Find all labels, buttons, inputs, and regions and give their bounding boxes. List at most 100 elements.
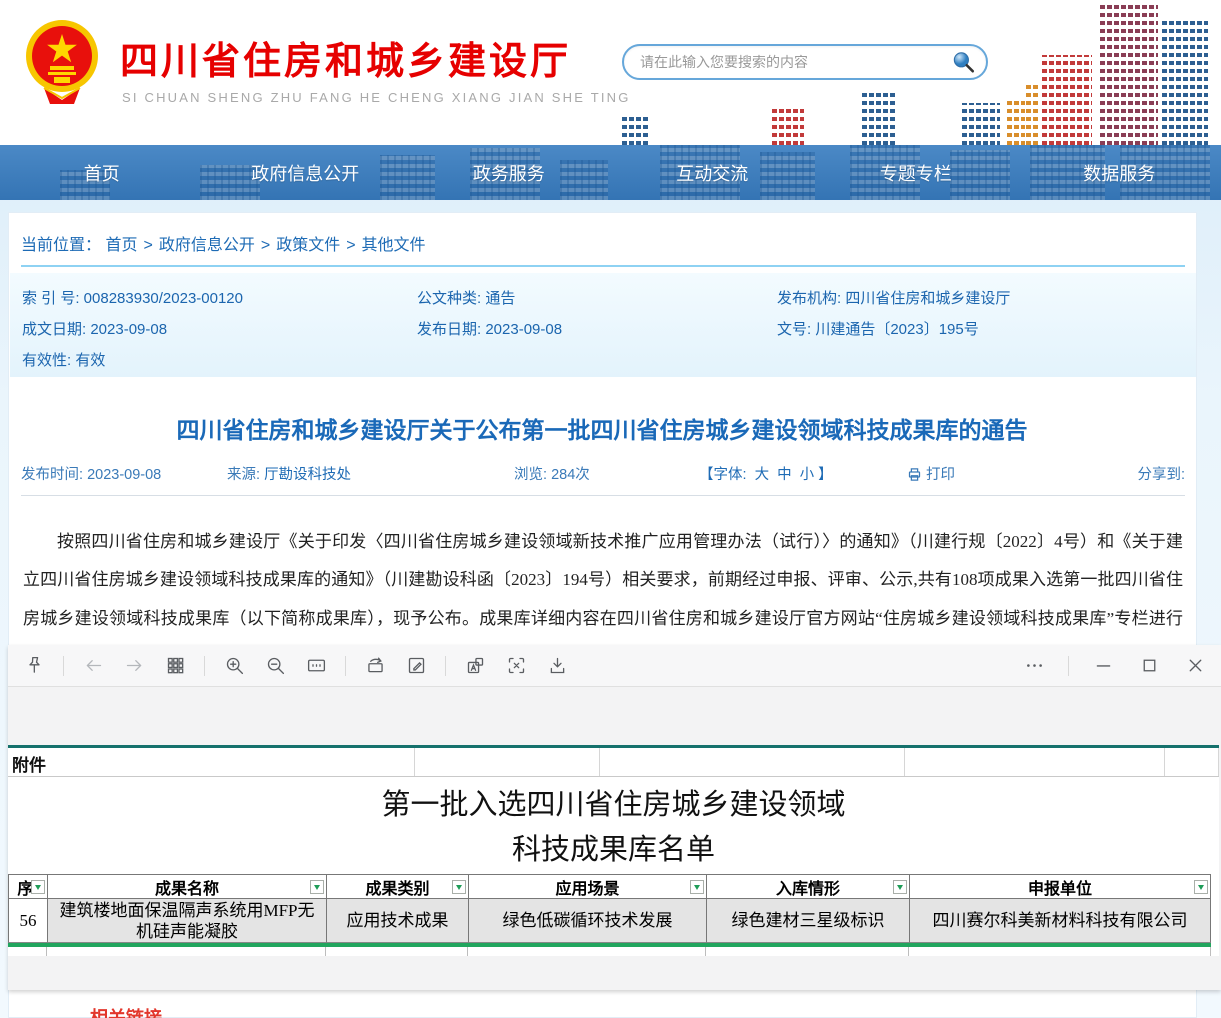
building-illustration xyxy=(1024,85,1038,145)
building-illustration xyxy=(860,90,896,145)
breadcrumb-label: 当前位置： xyxy=(21,237,101,254)
thumbnails-icon[interactable] xyxy=(163,654,187,678)
breadcrumb-link-0[interactable]: 首页 xyxy=(105,237,137,254)
nav-item-0[interactable]: 首页 xyxy=(84,160,120,186)
attachment-label: 附件 xyxy=(8,748,414,776)
toolbar-divider xyxy=(204,656,205,676)
close-icon[interactable] xyxy=(1183,654,1207,678)
main-nav: 首页 政府信息公开 政务服务 互动交流 专题专栏 数据服务 xyxy=(0,145,1221,200)
column-header-label: 成果名称 xyxy=(155,875,219,899)
filter-dropdown-icon[interactable] xyxy=(310,880,324,894)
zoom-out-icon[interactable] xyxy=(263,654,287,678)
meta-doc-type: 公文种类: 通告 xyxy=(417,287,777,308)
fit-width-icon[interactable] xyxy=(304,654,328,678)
attachment-table-title: 第一批入选四川省住房城乡建设领域 科技成果库名单 xyxy=(8,777,1219,874)
column-header-label: 应用场景 xyxy=(555,875,619,899)
column-header-label: 申报单位 xyxy=(1028,875,1092,899)
breadcrumb: 当前位置： 首页 > 政府信息公开 > 政策文件 > 其他文件 xyxy=(21,231,426,255)
nav-item-2[interactable]: 政务服务 xyxy=(473,160,545,186)
divider xyxy=(21,495,1185,496)
column-header-0: 序· xyxy=(8,875,47,899)
toolbar-divider xyxy=(445,656,446,676)
filter-dropdown-icon[interactable] xyxy=(690,880,704,894)
download-icon[interactable] xyxy=(545,654,569,678)
meta-doc-number: 文号: 川建通告〔2023〕195号 xyxy=(777,318,1196,339)
breadcrumb-link-2[interactable]: 政策文件 xyxy=(276,237,340,254)
national-emblem-icon xyxy=(24,18,100,104)
building-illustration xyxy=(620,115,650,145)
nav-item-4[interactable]: 专题专栏 xyxy=(880,160,952,186)
toolbar-divider xyxy=(345,656,346,676)
column-header-5: 申报单位 xyxy=(909,875,1211,899)
publish-time: 发布时间: 2023-09-08 xyxy=(21,463,161,484)
view-count: 浏览: 284次 xyxy=(514,463,590,484)
related-links[interactable]: 相关链接 xyxy=(90,1004,162,1018)
divider xyxy=(21,265,1185,267)
minimize-icon[interactable] xyxy=(1091,654,1115,678)
results-table: 序·成果名称成果类别应用场景入库情形申报单位 56建筑楼地面保温隔声系统用MFP… xyxy=(8,874,1211,943)
print-button[interactable]: 打印 xyxy=(907,463,955,484)
meta-agency: 发布机构: 四川省住房和城乡建设厅 xyxy=(777,287,1196,308)
forward-icon[interactable] xyxy=(122,654,146,678)
search-box xyxy=(622,44,988,80)
table-row: 56建筑楼地面保温隔声系统用MFP无机硅声能凝胶应用技术成果绿色低碳循环技术发展… xyxy=(8,899,1211,943)
page: 四川省住房和城乡建设厅 SI CHUAN SHENG ZHU FANG HE C… xyxy=(0,0,1221,1018)
building-illustration xyxy=(1005,100,1025,145)
document-page: 附件 第一批入选四川省住房城乡建设领域 科技成果库名单 序·成果名称成果类别应用… xyxy=(8,745,1219,956)
attachment-label-cell: 附件 xyxy=(8,748,415,776)
nav-item-5[interactable]: 数据服务 xyxy=(1083,160,1155,186)
share-label[interactable]: 分享到: xyxy=(1137,463,1185,484)
empty-cell xyxy=(415,748,600,776)
column-header-1: 成果名称 xyxy=(47,875,326,899)
font-size-小[interactable]: 小 xyxy=(800,467,815,483)
table-cell: 应用技术成果 xyxy=(326,899,468,943)
meta-validity: 有效性: 有效 xyxy=(22,349,417,370)
source: 来源: 厅勘设科技处 xyxy=(227,463,351,484)
column-header-label: 入库情形 xyxy=(776,875,840,899)
nav-item-1[interactable]: 政府信息公开 xyxy=(251,160,359,186)
filter-dropdown-icon[interactable] xyxy=(31,880,45,894)
table-cell: 绿色建材三星级标识 xyxy=(706,899,909,943)
article-meta-row: 发布时间: 2023-09-08 来源: 厅勘设科技处 浏览: 284次 【字体… xyxy=(9,463,1195,487)
search-input[interactable] xyxy=(640,54,950,70)
site-header: 四川省住房和城乡建设厅 SI CHUAN SHENG ZHU FANG HE C… xyxy=(0,0,1221,145)
toolbar-divider xyxy=(1068,656,1069,676)
site-subtitle-pinyin: SI CHUAN SHENG ZHU FANG HE CHENG XIANG J… xyxy=(122,90,631,105)
breadcrumb-link-3[interactable]: 其他文件 xyxy=(362,237,426,254)
empty-cell xyxy=(909,947,1211,956)
table-cell: 绿色低碳循环技术发展 xyxy=(468,899,706,943)
ocr-select-icon[interactable] xyxy=(504,654,528,678)
maximize-icon[interactable] xyxy=(1137,654,1161,678)
more-icon[interactable] xyxy=(1022,654,1046,678)
zoom-in-icon[interactable] xyxy=(222,654,246,678)
edit-icon[interactable] xyxy=(404,654,428,678)
document-meta-box: 索 引 号: 008283930/2023-00120 公文种类: 通告 发布机… xyxy=(10,273,1196,377)
table-cell: 四川赛尔科美新材料科技有限公司 xyxy=(909,899,1211,943)
font-size-大[interactable]: 大 xyxy=(755,467,770,483)
extract-text-icon[interactable] xyxy=(463,654,487,678)
empty-cell xyxy=(8,947,47,956)
nav-item-3[interactable]: 互动交流 xyxy=(676,160,748,186)
breadcrumb-separator: > xyxy=(143,237,152,254)
filter-dropdown-icon[interactable] xyxy=(1194,880,1208,894)
empty-cell xyxy=(468,947,706,956)
breadcrumb-separator: > xyxy=(261,237,270,254)
font-size-control: 【字体: 大中小】 xyxy=(699,463,833,484)
empty-cell xyxy=(600,748,905,776)
attachment-viewer-window: 附件 第一批入选四川省住房城乡建设领域 科技成果库名单 序·成果名称成果类别应用… xyxy=(8,645,1221,990)
search-icon[interactable] xyxy=(950,49,976,75)
building-illustration xyxy=(1098,5,1158,145)
building-illustration xyxy=(960,103,1000,145)
back-icon[interactable] xyxy=(81,654,105,678)
meta-pub-date: 发布日期: 2023-09-08 xyxy=(417,318,777,339)
breadcrumb-link-1[interactable]: 政府信息公开 xyxy=(159,237,255,254)
filter-dropdown-icon[interactable] xyxy=(452,880,466,894)
article-title: 四川省住房和城乡建设厅关于公布第一批四川省住房城乡建设领域科技成果库的通告 xyxy=(9,411,1195,445)
rotate-icon[interactable] xyxy=(363,654,387,678)
font-size-中[interactable]: 中 xyxy=(777,467,792,483)
empty-cell xyxy=(905,748,1165,776)
filter-dropdown-icon[interactable] xyxy=(893,880,907,894)
pin-icon[interactable] xyxy=(22,654,46,678)
empty-cell xyxy=(1165,748,1219,776)
breadcrumb-separator: > xyxy=(346,237,355,254)
